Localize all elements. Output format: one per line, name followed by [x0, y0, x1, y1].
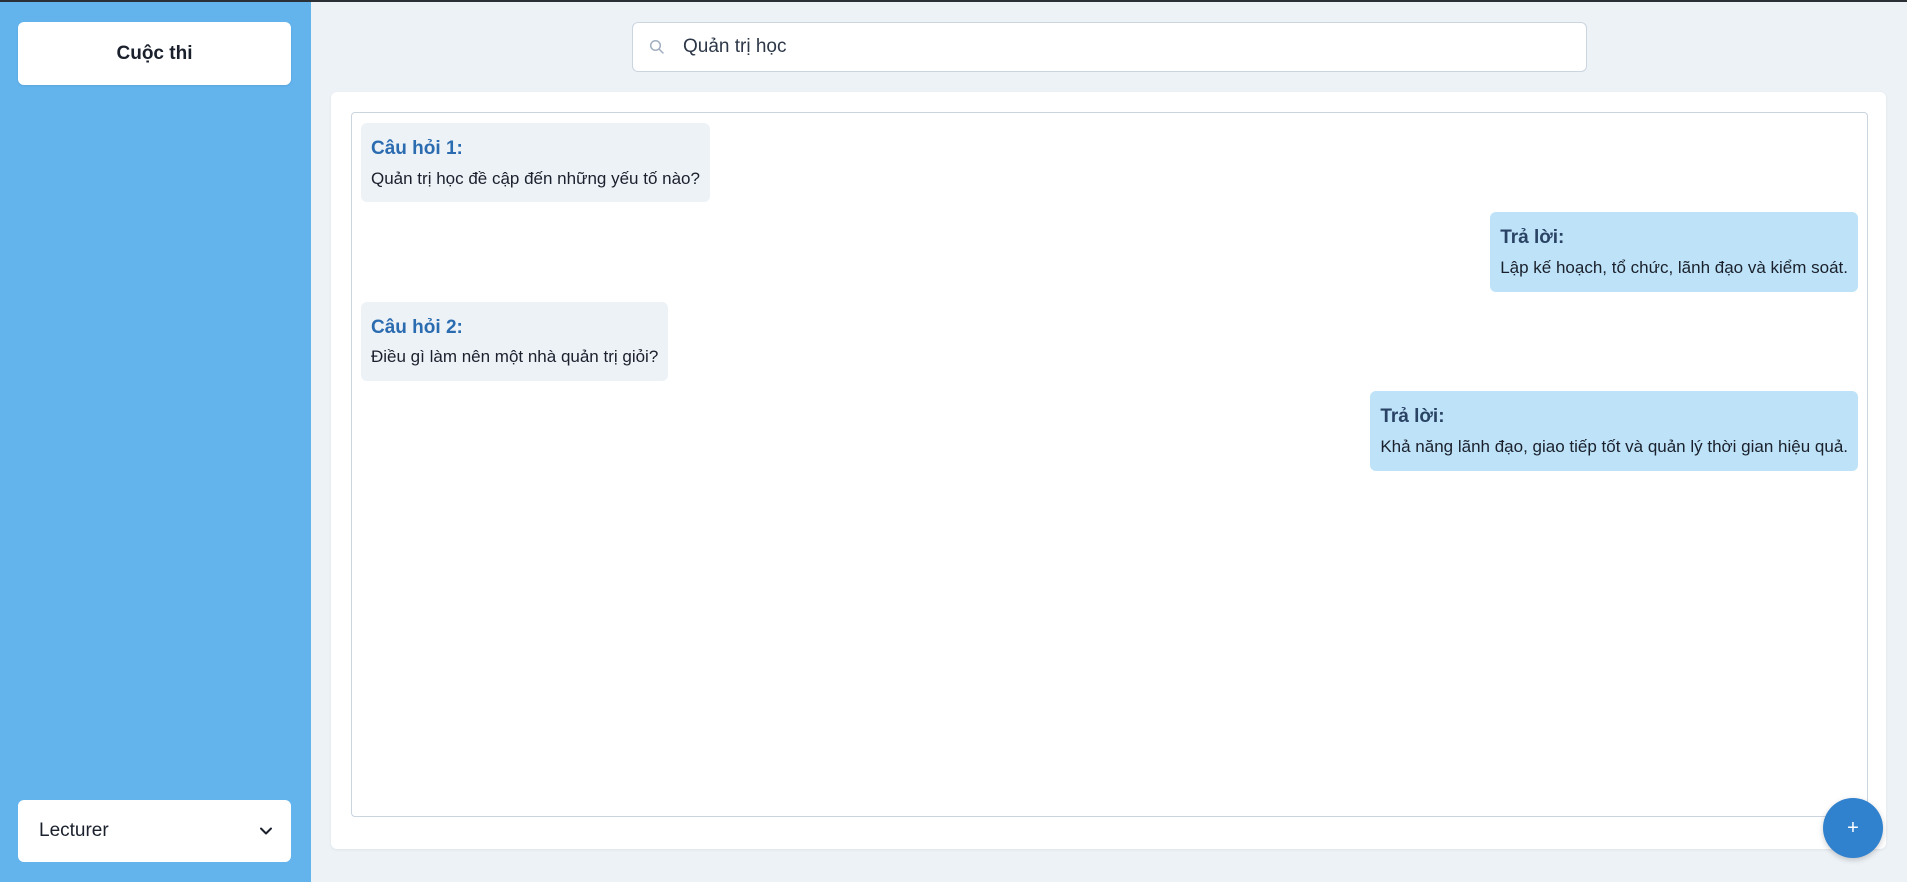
message-row: Câu hỏi 1: Quản trị học đề cập đến những… [361, 123, 1858, 203]
sidebar-title-card[interactable]: Cuộc thi [18, 22, 291, 85]
answer-text: Lập kế hoạch, tổ chức, lãnh đạo và kiểm … [1500, 257, 1848, 277]
content-card: Câu hỏi 1: Quản trị học đề cập đến những… [331, 92, 1886, 849]
question-text: Quản trị học đề cập đến những yếu tố nào… [371, 168, 700, 188]
message-row: Câu hỏi 2: Điều gì làm nên một nhà quản … [361, 301, 1858, 382]
question-label: Câu hỏi 1: [371, 138, 463, 159]
message-row: Trả lời: Lập kế hoạch, tổ chức, lãnh đạo… [361, 212, 1858, 292]
question-text: Điều gì làm nên một nhà quản trị giỏi? [371, 347, 659, 367]
answer-label: Trả lời: [1380, 406, 1445, 428]
answer-label: Trả lời: [1500, 227, 1565, 249]
role-select-value: Lecturer [39, 820, 109, 841]
search-icon [649, 37, 669, 57]
answer-text: Khả năng lãnh đạo, giao tiếp tốt và quản… [1380, 436, 1848, 456]
question-label: Câu hỏi 2: [371, 316, 463, 338]
answer-bubble: Trả lời: Lập kế hoạch, tổ chức, lãnh đạo… [1490, 212, 1858, 292]
sidebar: Cuộc thi Lecturer [0, 2, 311, 882]
message-row: Trả lời: Khả năng lãnh đạo, giao tiếp tố… [361, 391, 1858, 471]
search-input[interactable] [683, 23, 1586, 71]
add-button[interactable]: + [1823, 798, 1883, 858]
main-area: Câu hỏi 1: Quản trị học đề cập đến những… [311, 2, 1907, 882]
role-select[interactable]: Lecturer [18, 800, 291, 862]
qa-chat-list: Câu hỏi 1: Quản trị học đề cập đến những… [351, 112, 1868, 817]
chevron-down-icon [259, 824, 273, 838]
question-bubble: Câu hỏi 2: Điều gì làm nên một nhà quản … [361, 301, 669, 382]
app-window: Cuộc thi Lecturer Câu hỏi 1: Quản trị họ… [0, 2, 1907, 882]
answer-bubble: Trả lời: Khả năng lãnh đạo, giao tiếp tố… [1370, 391, 1858, 471]
search-box[interactable] [632, 22, 1587, 72]
question-bubble: Câu hỏi 1: Quản trị học đề cập đến những… [361, 123, 710, 203]
sidebar-title: Cuộc thi [116, 42, 193, 64]
